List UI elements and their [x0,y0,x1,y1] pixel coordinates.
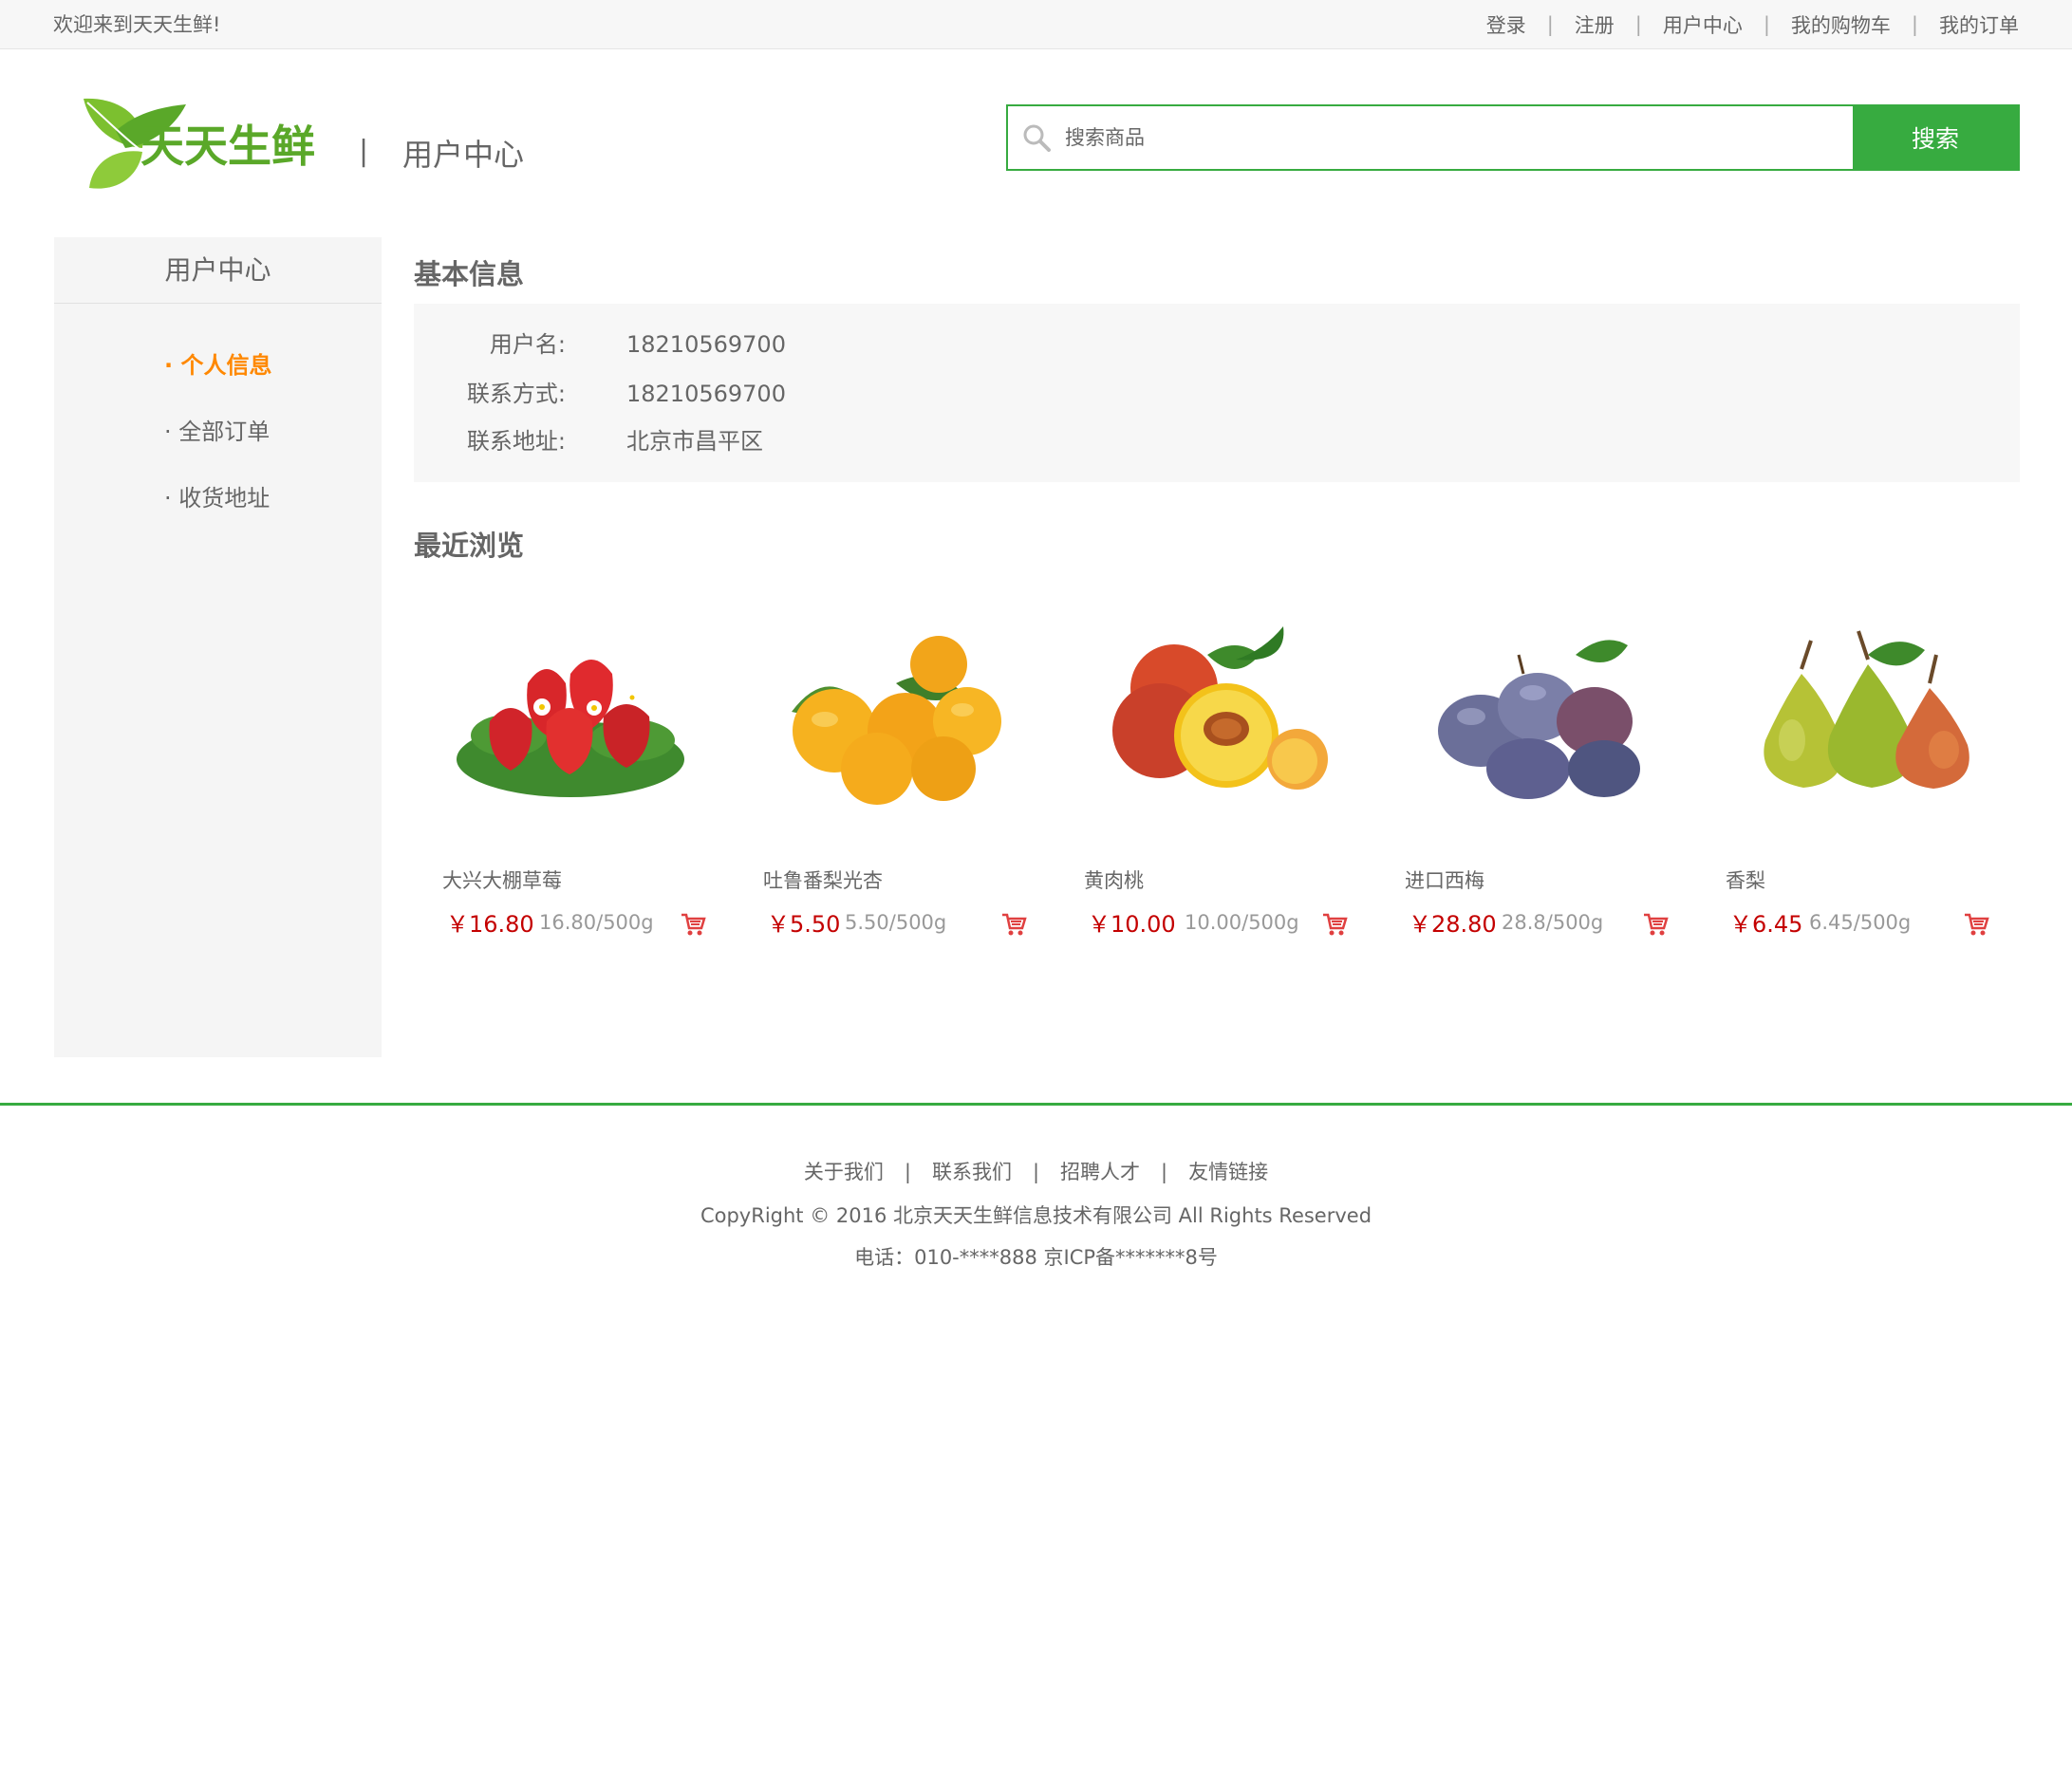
top-bar: 欢迎来到天天生鲜! 登录 | 注册 | 用户中心 | 我的购物车 | 我的订单 [0,0,2072,49]
goods-name[interactable]: 吐鲁番梨光杏 [763,866,883,894]
link-separator: | [1546,13,1554,36]
info-label: 用户名: [489,331,566,358]
link-separator: | [1161,1161,1168,1183]
link-separator: | [1634,13,1642,36]
goods-name[interactable]: 进口西梅 [1405,866,1484,894]
goods-unit-price: 16.80/500g [539,911,654,934]
friend-links-link[interactable]: 友情链接 [1188,1161,1268,1183]
logo-leaf-icon: 天天生鲜 [84,98,315,189]
goods-price: ￥6.45 [1729,911,1803,938]
info-label: 联系地址: [466,428,566,455]
info-label: 联系方式: [466,381,566,407]
sidebar-item-all-orders[interactable]: · 全部订单 [54,399,382,465]
goods-item[interactable]: 吐鲁番梨光杏 ￥5.50 5.50/500g [735,598,1029,959]
goods-unit-price: 10.00/500g [1185,911,1299,934]
search-icon [1008,106,1065,169]
top-links: 登录 | 注册 | 用户中心 | 我的购物车 | 我的订单 [1486,0,2019,49]
sidebar-item-addresses[interactable]: · 收货地址 [54,465,382,531]
about-us-link[interactable]: 关于我们 [804,1161,884,1183]
info-value: 北京市昌平区 [626,428,763,455]
strawberry-image[interactable] [452,617,689,816]
sidebar-item-personal-info[interactable]: · 个人信息 [54,332,382,399]
link-separator: | [1032,1161,1040,1183]
header-separator: | [359,135,369,168]
svg-text:天天生鲜: 天天生鲜 [140,121,315,172]
footer-links: 关于我们 | 联系我们 | 招聘人才 | 友情链接 [0,1157,2072,1185]
recent-goods-list: 大兴大棚草莓 ￥16.80 16.80/500g 吐鲁番梨光杏 ￥5.50 5.… [414,598,2020,968]
goods-item[interactable]: 黄肉桃 ￥10.00 10.00/500g [1055,598,1350,959]
basic-info-title: 基本信息 [414,258,525,290]
careers-link[interactable]: 招聘人才 [1060,1161,1140,1183]
sidebar-title: 用户中心 [54,237,382,304]
login-link[interactable]: 登录 [1486,10,1526,39]
contact-us-link[interactable]: 联系我们 [932,1161,1012,1183]
apricot-image[interactable] [773,617,1010,816]
contact-phone-text: 电话：010-****888 京ICP备*******8号 [854,1246,1218,1269]
sidebar: 用户中心 · 个人信息 · 全部订单 · 收货地址 [54,237,382,1057]
pear-image[interactable] [1735,617,1972,816]
goods-price: ￥5.50 [767,911,841,938]
goods-item[interactable]: 香梨 ￥6.45 6.45/500g [1697,598,1991,959]
page-title: 用户中心 [402,137,525,173]
cart-icon[interactable] [1963,911,1989,938]
goods-unit-price: 28.8/500g [1502,911,1604,934]
footer: 关于我们 | 联系我们 | 招聘人才 | 友情链接 CopyRight © 2016 北京天… [0,1103,2072,1293]
goods-name[interactable]: 大兴大棚草莓 [442,866,562,894]
goods-unit-price: 6.45/500g [1809,911,1912,934]
welcome-text: 欢迎来到天天生鲜! [53,13,221,36]
basic-info-panel: 用户名: 18210569700 联系方式: 18210569700 联系地址:… [414,304,2020,482]
register-link[interactable]: 注册 [1575,10,1615,39]
goods-name[interactable]: 香梨 [1726,866,1765,894]
search-input[interactable] [1065,106,1853,169]
sidebar-menu: · 个人信息 · 全部订单 · 收货地址 [54,304,382,531]
link-separator: | [1911,13,1918,36]
recent-title: 最近浏览 [414,530,525,562]
my-cart-link[interactable]: 我的购物车 [1791,10,1891,39]
goods-price: ￥28.80 [1409,911,1497,938]
goods-item[interactable]: 大兴大棚草莓 ￥16.80 16.80/500g [414,598,708,959]
info-value: 18210569700 [626,381,786,407]
cart-icon[interactable] [1000,911,1027,938]
peach-image[interactable] [1093,617,1331,816]
plum-image[interactable] [1414,617,1652,816]
cart-icon[interactable] [1642,911,1669,938]
user-center-link[interactable]: 用户中心 [1663,10,1743,39]
link-separator: | [1763,13,1770,36]
link-separator: | [904,1161,911,1183]
search-button[interactable]: 搜索 [1853,106,2018,169]
goods-price: ￥16.80 [446,911,534,938]
info-value: 18210569700 [626,331,786,358]
copyright-text: CopyRight © 2016 北京天天生鲜信息技术有限公司 All Righ… [700,1204,1372,1227]
goods-name[interactable]: 黄肉桃 [1084,866,1144,894]
cart-icon[interactable] [680,911,706,938]
my-orders-link[interactable]: 我的订单 [1939,10,2019,39]
site-logo[interactable]: 天天生鲜 [80,93,327,197]
cart-icon[interactable] [1321,911,1348,938]
goods-price: ￥10.00 [1088,911,1176,938]
search-bar: 搜索 [1006,104,2020,171]
goods-unit-price: 5.50/500g [845,911,947,934]
goods-item[interactable]: 进口西梅 ￥28.80 28.8/500g [1376,598,1671,959]
